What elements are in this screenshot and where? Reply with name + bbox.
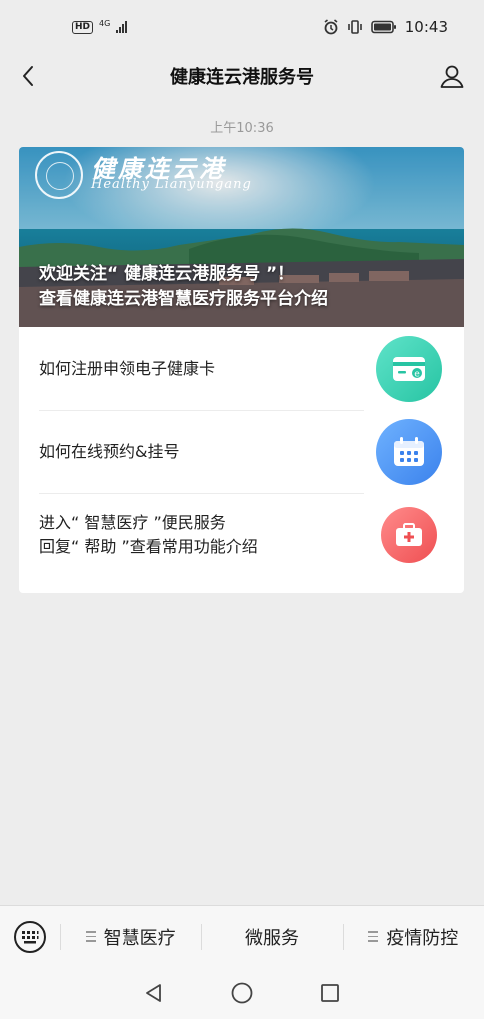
svg-text:e: e	[414, 369, 420, 379]
menu-item-text: 如何在线预约&挂号	[39, 440, 179, 464]
medical-kit-icon	[381, 506, 437, 563]
clock: 10:43	[404, 18, 448, 36]
menu-tab-micro-service[interactable]: 微服务	[201, 906, 342, 968]
profile-button[interactable]	[438, 62, 466, 90]
menu-tab-epidemic[interactable]: 疫情防控	[342, 906, 484, 968]
menu-tab-label: 疫情防控	[386, 927, 459, 949]
menu-item-label: 如何在线预约&挂号	[39, 441, 180, 461]
battery-icon	[370, 20, 396, 34]
back-arrow-icon	[23, 66, 33, 86]
calendar-icon	[376, 418, 442, 485]
status-left: HD 4G	[72, 19, 128, 34]
banner-caption-line1: 欢迎关注“ 健康连云港服务号 ”！	[39, 264, 295, 284]
status-bar: HD 4G 10:43	[0, 0, 484, 54]
menu-item-smart-medical[interactable]: 进入“ 智慧医疗 ”便民服务 回复“ 帮助 ”查看常用功能介绍	[19, 493, 464, 576]
menu-item-sublabel: 回复“ 帮助 ”查看常用功能介绍	[39, 536, 258, 556]
network-label: 4G	[99, 19, 111, 28]
message-card: 健康连云港 Healthy Lianyungang 欢迎关注“ 健康连云港服务号…	[19, 147, 464, 593]
menu-item-text: 进入“ 智慧医疗 ”便民服务 回复“ 帮助 ”查看常用功能介绍	[39, 511, 258, 559]
menu-item-label: 进入“ 智慧医疗 ”便民服务	[39, 512, 226, 532]
person-icon	[440, 65, 464, 88]
submenu-icon	[368, 931, 379, 942]
back-button[interactable]	[14, 62, 42, 90]
keyboard-icon	[14, 920, 46, 953]
signal-icon	[116, 21, 128, 33]
menu-tab-label: 智慧医疗	[103, 927, 176, 949]
page-title: 健康连云港服务号	[170, 67, 314, 88]
system-recents-button[interactable]	[315, 978, 345, 1008]
submenu-icon	[85, 931, 96, 942]
status-right: 10:43	[323, 18, 448, 36]
menu-tab-smart-medical[interactable]: 智慧医疗	[60, 906, 201, 968]
health-card-icon: e	[376, 335, 442, 402]
message-timestamp: 上午10:36	[210, 121, 274, 136]
system-home-button[interactable]	[227, 978, 257, 1008]
system-back-button[interactable]	[139, 978, 169, 1008]
hospital-emblem-icon	[35, 151, 83, 199]
menu-item-appointment[interactable]: 如何在线预约&挂号	[19, 410, 464, 493]
system-nav-bar	[0, 967, 484, 1019]
banner-caption: 欢迎关注“ 健康连云港服务号 ”！ 查看健康连云港智慧医疗服务平台介绍	[39, 262, 328, 312]
triangle-back-icon	[146, 984, 161, 1002]
menu-item-text: 如何注册申领电子健康卡	[39, 357, 215, 381]
menu-tab-label: 微服务	[244, 927, 299, 949]
hd-badge: HD	[72, 20, 94, 34]
banner-caption-line2: 查看健康连云港智慧医疗服务平台介绍	[39, 289, 328, 309]
banner-logo-subtitle: Healthy Lianyungang	[91, 177, 252, 192]
vibrate-icon	[347, 20, 362, 34]
nav-bar: 健康连云港服务号	[0, 54, 484, 98]
alarm-icon	[324, 19, 338, 35]
keyboard-toggle-button[interactable]	[0, 906, 60, 968]
menu-item-health-card[interactable]: 如何注册申领电子健康卡 e	[19, 327, 464, 410]
square-recents-icon	[321, 984, 339, 1002]
banner[interactable]: 健康连云港 Healthy Lianyungang 欢迎关注“ 健康连云港服务号…	[19, 147, 464, 327]
circle-home-icon	[231, 982, 253, 1004]
menu-item-label: 如何注册申领电子健康卡	[39, 358, 216, 378]
bottom-service-menu: 智慧医疗 微服务 疫情防控	[0, 905, 484, 967]
